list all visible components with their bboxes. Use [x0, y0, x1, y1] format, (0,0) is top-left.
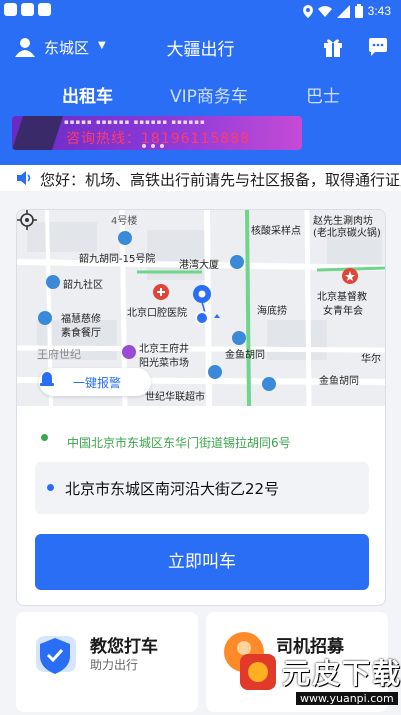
map-label: 阳光菜市场 — [139, 358, 189, 369]
message-icon[interactable] — [367, 36, 389, 58]
battery-icon — [354, 4, 363, 18]
map-label: 北京基督教 — [317, 292, 367, 303]
map-label: 北京王府井 — [139, 344, 189, 355]
call-taxi-button[interactable]: 立即叫车 — [35, 534, 369, 590]
taxi-guide-title: 教您打车 — [90, 637, 158, 657]
tab-taxi[interactable]: 出租车 — [62, 82, 113, 107]
map-label: 王府世纪 — [37, 348, 81, 361]
shield-icon — [36, 636, 76, 674]
pickup-dot — [41, 434, 48, 441]
map-label: 金鱼胡同 — [225, 350, 265, 361]
map-label: 北京口腔医院 — [127, 308, 187, 319]
notification-icon — [21, 3, 34, 16]
promo-banner[interactable]: ▪▪▪▪▪ ▪▪▪▪▪▪ ▪▪▪▪▪▪ ▪▪▪▪▪▪ 咨询热线：18196115… — [12, 116, 302, 150]
app-header: 3:43 东城区 ▼ 大疆出行 出租车 VIP商务车 巴士 ▪▪▪▪▪ ▪▪▪▪… — [0, 0, 401, 165]
map-label: 女青年会 — [323, 306, 363, 317]
watermark: 元皮下载 www.yuanpi.com — [238, 650, 400, 710]
status-bar: 3:43 — [0, 0, 401, 22]
map-label: 韶九社区 — [63, 280, 103, 291]
notification-icon — [4, 3, 17, 16]
siren-icon — [40, 372, 54, 386]
map-label: 韶九胡同-15号院 — [79, 254, 156, 265]
location-icon — [302, 4, 313, 18]
top-bar: 东城区 ▼ 大疆出行 — [0, 30, 401, 64]
map-label: 港湾大厦 — [179, 260, 219, 271]
map-label: 世纪华联超市 — [145, 392, 205, 403]
map-label: 素食餐厅 — [61, 328, 101, 339]
emergency-alarm-button[interactable]: 一键报警 — [39, 368, 151, 396]
watermark-logo-icon — [240, 654, 276, 690]
map-label: 金鱼胡同 — [319, 376, 359, 387]
status-time: 3:43 — [367, 4, 391, 18]
banner-pager — [142, 144, 164, 148]
map-label: 4号楼 — [111, 216, 138, 227]
map-label: 华尔 — [361, 354, 381, 365]
destination-dot — [47, 484, 54, 491]
watermark-brand: 元皮下载 — [282, 657, 401, 690]
destination-field[interactable]: 北京市东城区南河沿大街乙22号 — [35, 462, 369, 514]
wifi-icon — [317, 6, 332, 17]
notice-text: 您好：机场、高铁出行前请先与社区报备，取得通行证后 — [40, 171, 401, 189]
pickup-address[interactable]: 中国北京市东城区东华门街道锡拉胡同6号 — [67, 434, 291, 451]
service-tabs: 出租车 VIP商务车 巴士 — [0, 82, 401, 112]
banner-decoration: ▪▪▪▪▪ ▪▪▪▪▪▪ ▪▪▪▪▪▪ ▪▪▪▪▪▪ — [64, 118, 206, 126]
watermark-url: www.yuanpi.com — [296, 692, 398, 705]
map-label: 海底捞 — [257, 306, 287, 317]
destination-address: 北京市东城区南河沿大街乙22号 — [65, 480, 280, 498]
notice-bar[interactable]: 您好：机场、高铁出行前请先与社区报备，取得通行证后 — [0, 165, 401, 191]
banner-road-graphic — [12, 116, 64, 150]
alarm-label: 一键报警 — [73, 376, 122, 390]
notification-icon — [38, 3, 51, 16]
map-label: 福慧慈修 — [61, 314, 101, 325]
gift-icon[interactable] — [322, 36, 344, 58]
tab-vip-car[interactable]: VIP商务车 — [170, 82, 248, 107]
map-label: (老北京碳火锅) — [313, 228, 381, 239]
taxi-guide-subtitle: 助力出行 — [90, 658, 139, 672]
map-label: 核酸采样点 — [251, 226, 301, 237]
tab-bus[interactable]: 巴士 — [306, 82, 340, 107]
booking-card: 4号楼 核酸采样点 赵先生涮肉坊 (老北京碳火锅) 韶九胡同-15号院 港湾大厦… — [16, 209, 386, 606]
locate-icon[interactable] — [17, 210, 37, 230]
map-view[interactable]: 4号楼 核酸采样点 赵先生涮肉坊 (老北京碳火锅) 韶九胡同-15号院 港湾大厦… — [17, 210, 385, 406]
speaker-icon — [17, 171, 31, 185]
taxi-guide-card[interactable]: 教您打车 助力出行 — [16, 612, 198, 712]
signal-icon — [336, 4, 350, 18]
